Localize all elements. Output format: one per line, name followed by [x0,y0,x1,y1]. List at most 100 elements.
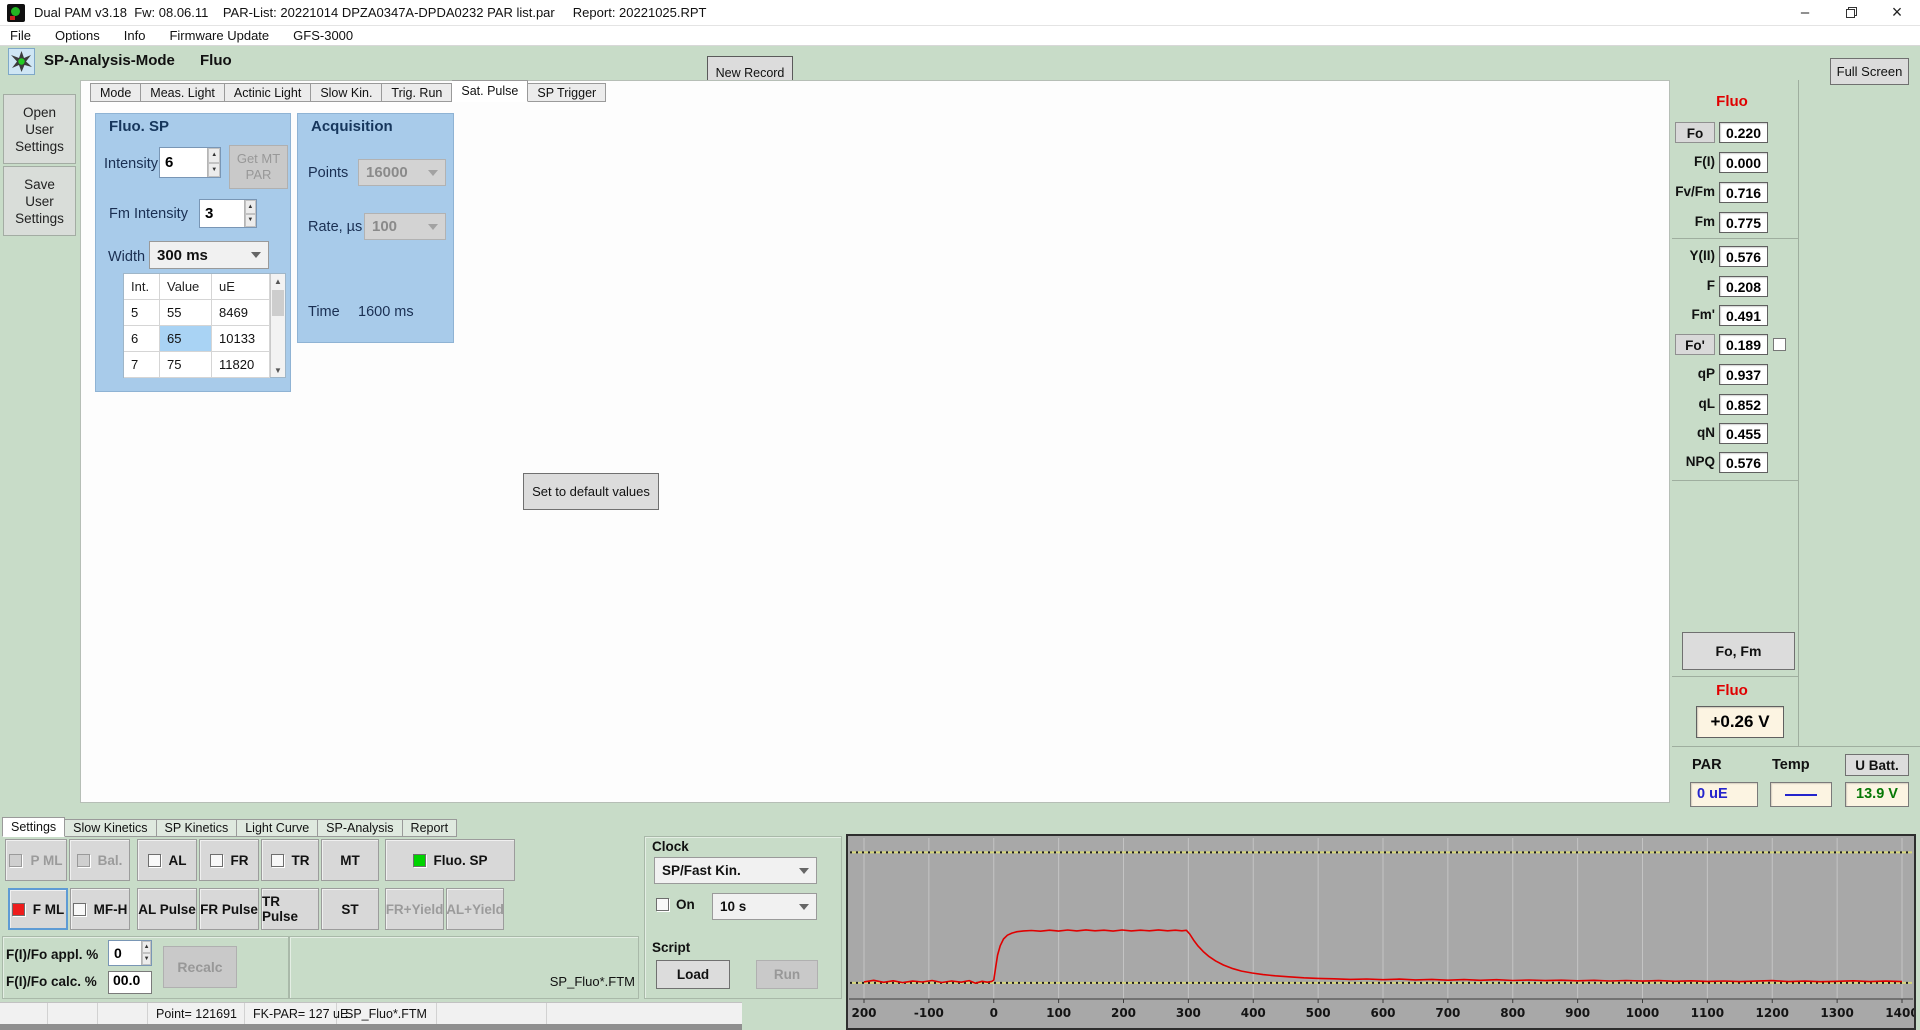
view-tab-light-curve[interactable]: Light Curve [237,819,318,837]
table-row: 5558469 [124,300,270,326]
control-mt-button[interactable]: MT [321,839,379,881]
control-mf-h-button[interactable]: MF-H [70,888,130,930]
menu-gfs-3000[interactable]: GFS-3000 [293,28,353,43]
fm-intensity-down-arrow-icon[interactable]: ▼ [245,214,256,228]
fluo-signal-value: +0.26 V [1696,706,1784,738]
fm-intensity-stepper[interactable]: ▲▼ [199,199,257,228]
menu-file[interactable]: File [10,28,31,43]
fluo-metric-fo-button[interactable]: Fo [1675,122,1715,143]
table-cell[interactable]: 6 [124,326,160,351]
fluo-metric-qn-label: qN [1672,425,1715,440]
control-fr-pulse-button[interactable]: FR Pulse [199,888,259,930]
fluo-metric-fv-fm-label: Fv/Fm [1672,184,1715,199]
tab-slow-kin[interactable]: Slow Kin. [311,83,382,102]
width-select[interactable]: 300 ms [149,241,269,269]
intensity-up-arrow-icon[interactable]: ▲ [208,148,220,163]
full-screen-button[interactable]: Full Screen [1830,58,1909,85]
save-user-settings-button[interactable]: Save User Settings [3,166,76,236]
control-st-button[interactable]: ST [321,888,379,930]
control-al-button[interactable]: AL [137,839,197,881]
fluo-metric-fo-button[interactable]: Fo' [1675,334,1715,355]
bal-checkbox[interactable] [77,854,90,867]
control-fr-yield-button[interactable]: FR+Yield [385,888,444,930]
selected-cell[interactable]: 65 [160,326,212,351]
fifo-appl-stepper[interactable]: ▲▼ [108,940,152,966]
ubatt-button[interactable]: U Batt. [1845,754,1909,776]
table-cell[interactable]: 55 [160,300,212,325]
fluo-sp-title: Fluo. SP [109,118,169,135]
fo-fm-button[interactable]: Fo, Fm [1682,632,1795,670]
al-checkbox[interactable] [148,854,161,867]
control-tr-button[interactable]: TR [261,839,319,881]
tr-checkbox[interactable] [271,854,284,867]
scrollbar-thumb[interactable] [272,290,284,316]
table-cell[interactable]: 8469 [212,300,270,325]
view-tab-sp-analysis[interactable]: SP-Analysis [318,819,402,837]
control-bal-button[interactable]: Bal. [69,839,130,881]
control-tr-pulse-button[interactable]: TR Pulse [261,888,319,930]
scroll-down-icon[interactable]: ▼ [274,363,282,377]
set-default-values-button[interactable]: Set to default values [523,473,659,510]
control-label: FR Pulse [200,902,258,917]
tab-meas-light[interactable]: Meas. Light [141,83,225,102]
table-cell[interactable]: 10133 [212,326,270,351]
fifo-down-arrow-icon[interactable]: ▼ [142,953,151,965]
clock-interval-select[interactable]: 10 s [712,893,817,920]
f-ml-checkbox[interactable] [12,903,25,916]
control-f-ml-button[interactable]: F ML [8,888,68,930]
menu-firmware-update[interactable]: Firmware Update [169,28,269,43]
control-label: FR+Yield [386,902,444,917]
restore-button[interactable] [1828,0,1874,26]
fluo-row-ql: qL0.852 [1672,394,1798,418]
table-cell[interactable]: 7 [124,352,160,377]
view-tab-slow-kinetics[interactable]: Slow Kinetics [65,819,156,837]
fluo-value-qn: 0.455 [1719,423,1768,444]
fluo-sp-checkbox[interactable] [413,854,426,867]
fluo-value-y-ii: 0.576 [1719,246,1768,267]
x-tick-label: 800 [1500,1006,1525,1020]
get-mt-par-button[interactable]: Get MT PAR [229,145,288,189]
mf-h-checkbox[interactable] [73,903,86,916]
clock-mode-select[interactable]: SP/Fast Kin. [654,857,817,884]
intensity-stepper[interactable]: ▲▼ [159,147,221,178]
control-p-ml-button[interactable]: P ML [5,839,67,881]
fifo-appl-input[interactable] [109,941,141,965]
control-fluo-sp-button[interactable]: Fluo. SP [385,839,515,881]
tab-mode[interactable]: Mode [90,83,141,102]
close-button[interactable]: × [1874,0,1920,26]
fm-intensity-up-arrow-icon[interactable]: ▲ [245,200,256,214]
tab-sp-trigger[interactable]: SP Trigger [528,83,606,102]
intensity-input[interactable] [160,148,207,177]
view-tab-sp-kinetics[interactable]: SP Kinetics [157,819,238,837]
control-al-yield-button[interactable]: AL+Yield [446,888,504,930]
view-tab-settings[interactable]: Settings [2,817,65,837]
fifo-up-arrow-icon[interactable]: ▲ [142,941,151,953]
script-load-button[interactable]: Load [656,960,730,989]
recalc-button[interactable]: Recalc [163,946,237,988]
scroll-up-icon[interactable]: ▲ [274,274,282,288]
control-fr-button[interactable]: FR [199,839,259,881]
menu-options[interactable]: Options [55,28,100,43]
minimize-button[interactable]: – [1782,0,1828,26]
p-ml-checkbox[interactable] [9,854,22,867]
points-label: Points [308,165,348,181]
table-cell[interactable]: 75 [160,352,212,377]
fm-intensity-input[interactable] [200,200,244,227]
tab-trig-run[interactable]: Trig. Run [382,83,452,102]
menu-info[interactable]: Info [124,28,146,43]
intensity-down-arrow-icon[interactable]: ▼ [208,163,220,178]
fr-checkbox[interactable] [210,854,223,867]
view-tab-report[interactable]: Report [403,819,458,837]
control-al-pulse-button[interactable]: AL Pulse [137,888,197,930]
rate-label: Rate, µs [308,219,362,235]
table-scrollbar[interactable]: ▲ ▼ [270,274,285,377]
table-row: 66510133 [124,326,270,352]
tab-actinic-light[interactable]: Actinic Light [225,83,311,102]
table-cell[interactable]: 5 [124,300,160,325]
open-user-settings-button[interactable]: Open User Settings [3,94,76,164]
clock-on-checkbox[interactable] [656,898,669,911]
tab-sat-pulse[interactable]: Sat. Pulse [452,80,528,102]
fo-prime-checkbox[interactable] [1773,338,1786,351]
table-cell[interactable]: 11820 [212,352,270,377]
script-run-button[interactable]: Run [756,960,818,989]
